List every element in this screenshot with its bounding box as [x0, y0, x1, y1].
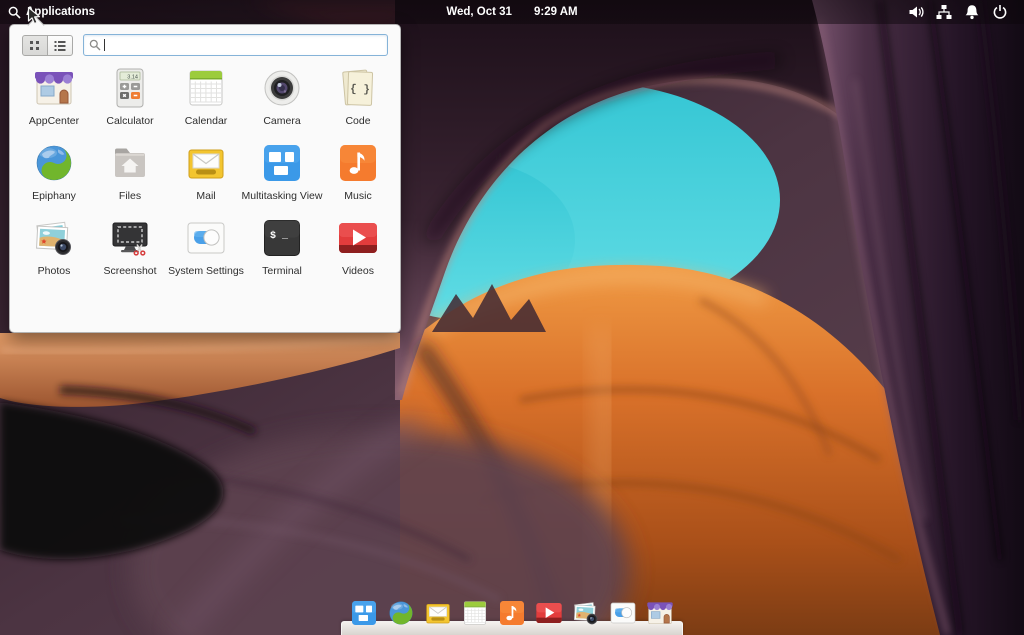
grid-view-icon: [28, 38, 42, 52]
photos-icon: [570, 597, 602, 629]
files-icon: [106, 139, 154, 187]
app-label: AppCenter: [29, 115, 79, 127]
app-calculator[interactable]: Calculator: [106, 64, 154, 139]
music-icon: [334, 139, 382, 187]
applications-menu[interactable]: Applications: [0, 6, 95, 19]
app-screenshot[interactable]: Screenshot: [103, 214, 156, 289]
notifications-indicator[interactable]: [958, 0, 986, 24]
terminal-icon: [258, 214, 306, 262]
app-label: Calendar: [185, 115, 228, 127]
network-icon: [936, 4, 952, 20]
search-icon: [89, 39, 101, 51]
app-mail[interactable]: Mail: [182, 139, 230, 214]
app-code[interactable]: Code: [334, 64, 382, 139]
app-photos[interactable]: Photos: [30, 214, 78, 289]
dock-item-multitasking-view[interactable]: [348, 597, 380, 629]
multitasking-icon: [348, 597, 380, 629]
datetime[interactable]: Wed, Oct 31 9:29 AM: [0, 6, 1024, 18]
app-label: Videos: [342, 265, 374, 277]
app-calendar[interactable]: Calendar: [182, 64, 230, 139]
music-icon: [496, 597, 528, 629]
calendar-icon: [182, 64, 230, 112]
code-icon: [334, 64, 382, 112]
mail-icon: [182, 139, 230, 187]
app-label: Epiphany: [32, 190, 76, 202]
panel-date[interactable]: Wed, Oct 31: [446, 6, 512, 18]
dock-item-appcenter[interactable]: [644, 597, 676, 629]
app-music[interactable]: Music: [334, 139, 382, 214]
top-panel: Applications Wed, Oct 31 9:29 AM: [0, 0, 1024, 24]
app-label: System Settings: [168, 265, 244, 277]
photos-icon: [30, 214, 78, 262]
power-indicator[interactable]: [986, 0, 1014, 24]
app-appcenter[interactable]: AppCenter: [29, 64, 79, 139]
calculator-icon: [106, 64, 154, 112]
camera-icon: [258, 64, 306, 112]
app-epiphany[interactable]: Epiphany: [30, 139, 78, 214]
appcenter-icon: [30, 64, 78, 112]
app-label: Code: [345, 115, 370, 127]
bell-icon: [964, 4, 980, 20]
app-files[interactable]: Files: [106, 139, 154, 214]
panel-time[interactable]: 9:29 AM: [534, 6, 578, 18]
settings-icon: [182, 214, 230, 262]
category-view-icon: [53, 38, 67, 52]
app-label: Calculator: [106, 115, 153, 127]
dock-item-epiphany[interactable]: [385, 597, 417, 629]
dock: [341, 597, 683, 635]
dock-item-system-settings[interactable]: [607, 597, 639, 629]
videos-icon: [334, 214, 382, 262]
volume-indicator[interactable]: [902, 0, 930, 24]
search-icon: [8, 6, 21, 19]
app-label: Multitasking View: [242, 190, 323, 202]
dock-item-videos[interactable]: [533, 597, 565, 629]
dock-item-mail[interactable]: [422, 597, 454, 629]
app-label: Music: [344, 190, 371, 202]
app-label: Terminal: [262, 265, 302, 277]
multitasking-icon: [258, 139, 306, 187]
epiphany-icon: [30, 139, 78, 187]
dock-item-calendar[interactable]: [459, 597, 491, 629]
app-label: Screenshot: [103, 265, 156, 277]
power-icon: [992, 4, 1008, 20]
text-caret: [104, 39, 105, 51]
network-indicator[interactable]: [930, 0, 958, 24]
dock-item-music[interactable]: [496, 597, 528, 629]
app-camera[interactable]: Camera: [258, 64, 306, 139]
applications-popover: AppCenter Calculator Calendar Camera Cod…: [9, 24, 401, 333]
screenshot-icon: [106, 214, 154, 262]
app-label: Mail: [196, 190, 215, 202]
app-videos[interactable]: Videos: [334, 214, 382, 289]
appcenter-icon: [644, 597, 676, 629]
app-label: Files: [119, 190, 141, 202]
app-multitasking-view[interactable]: Multitasking View: [242, 139, 323, 214]
app-system-settings[interactable]: System Settings: [168, 214, 244, 289]
volume-icon: [908, 4, 925, 20]
calendar-icon: [459, 597, 491, 629]
app-label: Camera: [263, 115, 300, 127]
search-field[interactable]: [83, 34, 388, 56]
app-terminal[interactable]: Terminal: [258, 214, 306, 289]
epiphany-icon: [385, 597, 417, 629]
dock-item-photos[interactable]: [570, 597, 602, 629]
search-input[interactable]: [108, 39, 382, 51]
mail-icon: [422, 597, 454, 629]
videos-icon: [533, 597, 565, 629]
settings-icon: [607, 597, 639, 629]
app-grid: AppCenter Calculator Calendar Camera Cod…: [16, 64, 394, 289]
grid-view-button[interactable]: [22, 35, 48, 56]
category-view-button[interactable]: [47, 35, 73, 56]
view-toggle: [22, 35, 73, 56]
indicator-area: [902, 0, 1024, 24]
app-label: Photos: [38, 265, 71, 277]
